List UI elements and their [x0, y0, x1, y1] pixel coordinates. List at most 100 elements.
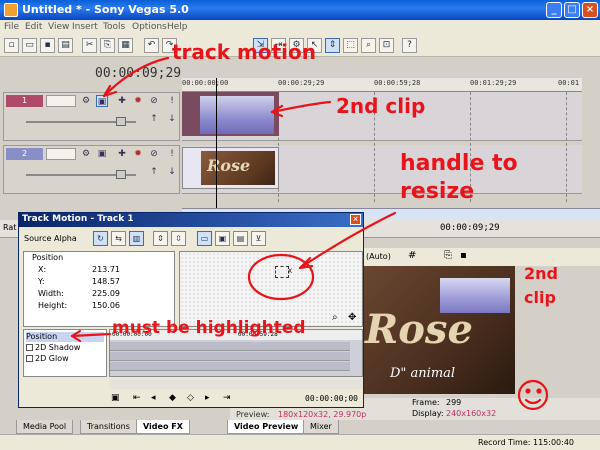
frame-icon[interactable]: ▣ — [215, 231, 230, 246]
minimize-button[interactable]: _ — [546, 2, 562, 18]
first-keyframe-icon[interactable]: ⇤ — [133, 393, 141, 403]
tab-transitions[interactable]: Transitions — [80, 420, 137, 434]
tab-video-fx[interactable]: Video FX — [136, 420, 190, 434]
kf-row-2d-shadow[interactable] — [110, 352, 350, 361]
playhead-cursor[interactable] — [216, 78, 217, 228]
tab-mixer[interactable]: Mixer — [303, 420, 339, 434]
track-fx-settings-icon[interactable]: ✹ — [132, 95, 144, 107]
menu-view[interactable]: View — [48, 22, 69, 32]
enable-snapping-icon[interactable]: ⊻ — [251, 231, 266, 246]
snap-grid-icon[interactable]: ▤ — [233, 231, 248, 246]
undo-icon[interactable]: ↶ — [144, 38, 159, 53]
solo-icon[interactable]: ! — [166, 95, 178, 107]
track-fx-settings-icon[interactable]: ✹ — [132, 148, 144, 160]
preview-quality-select[interactable]: (Auto) — [366, 252, 391, 261]
timeline-ruler[interactable]: 00:00:00;00 00:00:29;29 00:00:59;28 00:0… — [182, 78, 582, 92]
new-icon[interactable]: ▫ — [4, 38, 19, 53]
next-keyframe-icon[interactable]: ▸ — [205, 393, 210, 403]
tab-video-preview[interactable]: Video Preview — [227, 420, 306, 434]
menu-edit[interactable]: Edit — [25, 22, 42, 32]
move-down-icon[interactable]: ↓ — [166, 113, 178, 125]
menu-options[interactable]: Options — [132, 22, 167, 32]
properties-icon[interactable]: ▤ — [58, 38, 73, 53]
menu-tools[interactable]: Tools — [103, 22, 125, 32]
kf-row-position[interactable] — [110, 342, 350, 351]
auto-ripple-icon[interactable]: ⇥ — [271, 38, 286, 53]
clip-track-2[interactable]: Rose — [182, 147, 279, 189]
menu-file[interactable]: File — [4, 22, 19, 32]
track-fx-icon[interactable]: ⚙ — [80, 95, 92, 107]
paste-icon[interactable]: ▦ — [118, 38, 133, 53]
checkbox[interactable] — [26, 344, 33, 351]
kf-row-2d-glow[interactable] — [110, 362, 350, 371]
slider-knob[interactable] — [116, 117, 126, 126]
move-icon[interactable]: ✥ — [348, 312, 356, 323]
snap-icon[interactable]: ⇲ — [253, 38, 268, 53]
track-header-2[interactable]: 2 ⚙ ▣ ✚ ✹ ⊘ ! ↑ ↓ — [3, 145, 180, 194]
redo-icon[interactable]: ↷ — [162, 38, 177, 53]
view-layout-icon[interactable]: ▭ — [197, 231, 212, 246]
overlay-icon[interactable]: # — [408, 250, 416, 261]
track-motion-icon[interactable]: ▣ — [96, 95, 108, 107]
resize-handle-box[interactable] — [275, 266, 289, 278]
help-pointer-icon[interactable]: ? — [402, 38, 417, 53]
docking-tabs-right: Video Preview Mixer — [225, 420, 600, 434]
composite-mode-icon[interactable]: ✚ — [116, 148, 128, 160]
kf-item-2d-glow[interactable]: 2D Glow — [26, 354, 69, 364]
normal-edit-icon[interactable]: ↖ — [307, 38, 322, 53]
save-snapshot-icon[interactable]: ▪ — [460, 250, 467, 261]
menu-insert[interactable]: Insert — [72, 22, 98, 32]
dialog-title-bar[interactable]: Track Motion - Track 1 × — [19, 213, 363, 227]
last-keyframe-icon[interactable]: ⇥ — [223, 393, 231, 403]
save-icon[interactable]: ▪ — [40, 38, 55, 53]
zoom-icon[interactable]: ⌕ — [332, 312, 338, 323]
track-motion-dialog[interactable]: Track Motion - Track 1 × Source Alpha ↻ … — [18, 212, 364, 408]
prev-keyframe-icon[interactable]: ◂ — [151, 393, 156, 403]
copy-icon[interactable]: ⎘ — [100, 38, 115, 53]
mute-icon[interactable]: ⊘ — [148, 148, 160, 160]
lock-aspect-icon[interactable]: ⇕ — [153, 231, 168, 246]
slider-knob[interactable] — [116, 170, 126, 179]
zoom-tool-icon[interactable]: ⌕ — [361, 38, 376, 53]
checkbox[interactable] — [26, 355, 33, 362]
move-up-icon[interactable]: ↑ — [148, 113, 160, 125]
add-keyframe-icon[interactable]: ◆ — [169, 393, 176, 403]
dialog-close-button[interactable]: × — [350, 214, 361, 225]
track-fx-icon[interactable]: ⚙ — [80, 148, 92, 160]
enable-snapping-icon[interactable]: ⊡ — [379, 38, 394, 53]
source-alpha-select[interactable]: Source Alpha — [24, 234, 77, 243]
sync-cursor-icon[interactable]: ▣ — [111, 393, 120, 403]
rotate-icon[interactable]: ↻ — [93, 231, 108, 246]
kf-scrollbar[interactable] — [109, 379, 363, 389]
menu-help[interactable]: Help — [167, 22, 188, 32]
close-button[interactable]: × — [582, 2, 598, 18]
move-up-icon[interactable]: ↑ — [148, 166, 160, 178]
composite-mode-icon[interactable]: ✚ — [116, 95, 128, 107]
keyframe-timeline[interactable]: 00:00:00:00 00:00:59:28 — [109, 329, 363, 377]
maximize-button[interactable]: □ — [564, 2, 580, 18]
prevent-movement-icon[interactable]: ▥ — [129, 231, 144, 246]
track-header-1[interactable]: 1 ⚙ ▣ ✚ ✹ ⊘ ! ↑ ↓ — [3, 92, 180, 141]
track-motion-icon[interactable]: ▣ — [96, 148, 108, 160]
move-down-icon[interactable]: ↓ — [166, 166, 178, 178]
tab-media-pool[interactable]: Media Pool — [16, 420, 74, 434]
delete-keyframe-icon[interactable]: ◇ — [187, 393, 194, 403]
solo-icon[interactable]: ! — [166, 148, 178, 160]
track-number[interactable]: 2 — [6, 148, 43, 160]
scale-about-center-icon[interactable]: ⇳ — [171, 231, 186, 246]
selection-edit-icon[interactable]: ⬚ — [343, 38, 358, 53]
envelope-edit-icon[interactable]: ⇕ — [325, 38, 340, 53]
copy-snapshot-icon[interactable]: ⎘ — [444, 250, 452, 261]
lock-envelopes-icon[interactable]: ⚙ — [289, 38, 304, 53]
edit-in-object-space-icon[interactable]: ⇆ — [111, 231, 126, 246]
kf-item-position[interactable]: Position — [26, 332, 104, 342]
clip-track-1[interactable] — [182, 92, 279, 136]
mute-icon[interactable]: ⊘ — [148, 95, 160, 107]
open-icon[interactable]: ▭ — [22, 38, 37, 53]
track-name-field[interactable] — [46, 95, 76, 107]
track-number[interactable]: 1 — [6, 95, 43, 107]
kf-item-2d-shadow[interactable]: 2D Shadow — [26, 343, 80, 353]
cut-icon[interactable]: ✂ — [82, 38, 97, 53]
track-name-field[interactable] — [46, 148, 76, 160]
motion-canvas[interactable]: X ⌕ ✥ — [179, 251, 363, 327]
